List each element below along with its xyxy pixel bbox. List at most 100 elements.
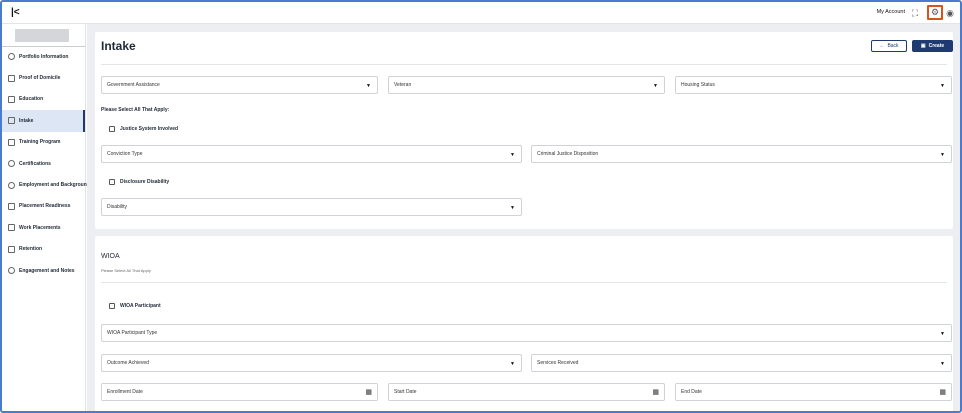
section-subtitle: Please Select All That Apply bbox=[101, 268, 151, 273]
folder-icon bbox=[8, 74, 15, 82]
checkbox-label: Disclosure Disability bbox=[120, 179, 170, 185]
caret-down-icon: ▼ bbox=[940, 331, 945, 337]
arrow-left-icon: ← bbox=[879, 43, 885, 49]
select-value: Veteran bbox=[394, 82, 412, 88]
sidebar-item-retention[interactable]: Retention bbox=[2, 239, 85, 260]
disclosure-disability-checkbox[interactable]: Disclosure Disability bbox=[109, 179, 169, 185]
veteran-select[interactable]: Veteran ▼ bbox=[388, 76, 665, 94]
justice-involved-checkbox[interactable]: Justice System Involved bbox=[109, 126, 178, 132]
logo-placeholder bbox=[15, 29, 69, 42]
page-title: Intake bbox=[101, 39, 136, 53]
sidebar-item-label: Placement Readiness bbox=[19, 203, 71, 210]
collapse-icon[interactable]: |< bbox=[11, 7, 20, 18]
sidebar-item-label: Training Program bbox=[19, 139, 61, 146]
sidebar-item-training-program[interactable]: Training Program bbox=[2, 132, 85, 153]
main-content: Intake ← Back ▣ Create Government Assist… bbox=[87, 24, 960, 411]
checkbox-box[interactable] bbox=[109, 179, 115, 185]
select-value: Disability bbox=[107, 204, 128, 210]
criminal-disposition-select[interactable]: Criminal Justice Disposition ▼ bbox=[531, 145, 952, 163]
select-value: Government Assistance bbox=[107, 82, 160, 88]
folder-icon bbox=[8, 117, 15, 125]
section-title: WIOA bbox=[101, 253, 120, 260]
select-value: Criminal Justice Disposition bbox=[537, 151, 599, 157]
sidebar-item-label: Retention bbox=[19, 246, 43, 253]
divider bbox=[101, 64, 947, 65]
save-icon: ▣ bbox=[920, 43, 926, 49]
outcome-achieved-select[interactable]: Outcome Achieved ▼ bbox=[101, 354, 522, 372]
employment-icon bbox=[8, 181, 15, 189]
caret-down-icon: ▼ bbox=[940, 152, 945, 158]
wioa-participant-type-select[interactable]: WIOA Participant Type ▼ bbox=[101, 324, 952, 342]
sidebar-nav: Portfolio Information Proof of Domicile … bbox=[2, 46, 90, 281]
calendar-icon[interactable]: ▦ bbox=[939, 388, 946, 396]
sidebar-item-portfolio-information[interactable]: Portfolio Information bbox=[2, 46, 85, 67]
disability-select[interactable]: Disability ▼ bbox=[101, 198, 522, 216]
create-button[interactable]: ▣ Create bbox=[912, 40, 953, 52]
calendar-icon[interactable]: ▦ bbox=[652, 388, 659, 396]
select-value: Outcome Achieved bbox=[107, 360, 149, 366]
readiness-icon bbox=[8, 202, 15, 210]
my-account-link[interactable]: My Account bbox=[877, 9, 905, 15]
end-date-field[interactable]: End Date ▦ bbox=[675, 383, 952, 401]
sidebar-item-label: Engagement and Notes bbox=[19, 267, 75, 274]
caret-down-icon: ▼ bbox=[510, 205, 515, 211]
caret-down-icon: ▼ bbox=[366, 83, 371, 89]
sidebar-item-label: Intake bbox=[19, 117, 34, 124]
briefcase-icon bbox=[8, 224, 15, 232]
sidebar-item-label: Education bbox=[19, 96, 44, 103]
enrollment-date-field[interactable]: Enrollment Date ▦ bbox=[101, 383, 378, 401]
caret-down-icon: ▼ bbox=[653, 83, 658, 89]
sidebar-item-certifications[interactable]: Certifications bbox=[2, 153, 85, 174]
caret-down-icon: ▼ bbox=[940, 361, 945, 367]
field-placeholder: Start Date bbox=[394, 389, 417, 395]
back-button[interactable]: ← Back bbox=[871, 40, 907, 52]
user-icon[interactable]: ◉ bbox=[943, 6, 957, 20]
divider bbox=[101, 282, 947, 283]
retention-icon bbox=[8, 245, 15, 253]
sidebar-item-placement-readiness[interactable]: Placement Readiness bbox=[2, 196, 85, 217]
back-label: Back bbox=[887, 43, 899, 49]
caret-down-icon: ▼ bbox=[940, 83, 945, 89]
sidebar-item-label: Portfolio Information bbox=[19, 53, 69, 60]
checkbox-label: WIOA Participant bbox=[120, 303, 161, 309]
sidebar-item-label: Certifications bbox=[19, 160, 51, 167]
caret-down-icon: ▼ bbox=[510, 361, 515, 367]
app-window: |< My Account ⛶ ⚙ ◉ Portfolio Informatio… bbox=[0, 0, 962, 413]
gear-icon[interactable]: ⚙ bbox=[927, 5, 943, 20]
housing-status-select[interactable]: Housing Status ▼ bbox=[675, 76, 952, 94]
sidebar-item-employment-and-background[interactable]: Employment and Background bbox=[2, 174, 90, 195]
wioa-card: WIOA Please Select All That Apply WIOA P… bbox=[95, 236, 953, 411]
sidebar-item-label: Proof of Domicile bbox=[19, 75, 61, 82]
top-bar: |< My Account ⛶ ⚙ ◉ bbox=[2, 2, 960, 24]
conviction-type-select[interactable]: Conviction Type ▼ bbox=[101, 145, 522, 163]
checkbox-box[interactable] bbox=[109, 303, 115, 309]
select-value: Conviction Type bbox=[107, 151, 143, 157]
create-label: Create bbox=[928, 43, 945, 49]
sidebar: Portfolio Information Proof of Domicile … bbox=[2, 24, 90, 411]
services-received-select[interactable]: Services Received ▼ bbox=[531, 354, 952, 372]
checkbox-box[interactable] bbox=[109, 126, 115, 132]
field-placeholder: Enrollment Date bbox=[107, 389, 143, 395]
field-placeholder: End Date bbox=[681, 389, 702, 395]
select-all-label: Please Select All That Apply: bbox=[101, 107, 170, 113]
notes-icon bbox=[8, 267, 15, 275]
select-value: WIOA Participant Type bbox=[107, 330, 158, 336]
sidebar-item-engagement-and-notes[interactable]: Engagement and Notes bbox=[2, 260, 85, 281]
graduation-cap-icon bbox=[8, 95, 15, 103]
sidebar-item-label: Employment and Background bbox=[19, 182, 90, 189]
select-value: Services Received bbox=[537, 360, 579, 366]
government-assistance-select[interactable]: Government Assistance ▼ bbox=[101, 76, 378, 94]
start-date-field[interactable]: Start Date ▦ bbox=[388, 383, 665, 401]
caret-down-icon: ▼ bbox=[510, 152, 515, 158]
sidebar-item-label: Work Placements bbox=[19, 224, 61, 231]
sidebar-item-proof-of-domicile[interactable]: Proof of Domicile bbox=[2, 67, 85, 88]
checkbox-label: Justice System Involved bbox=[120, 126, 179, 132]
select-value: Housing Status bbox=[681, 82, 715, 88]
fullscreen-icon[interactable]: ⛶ bbox=[908, 6, 922, 20]
sidebar-item-work-placements[interactable]: Work Placements bbox=[2, 217, 85, 238]
intake-card: Intake ← Back ▣ Create Government Assist… bbox=[95, 32, 953, 229]
wioa-participant-checkbox[interactable]: WIOA Participant bbox=[109, 303, 161, 309]
sidebar-item-intake[interactable]: Intake bbox=[2, 110, 85, 132]
sidebar-item-education[interactable]: Education bbox=[2, 89, 85, 110]
calendar-icon[interactable]: ▦ bbox=[365, 388, 372, 396]
